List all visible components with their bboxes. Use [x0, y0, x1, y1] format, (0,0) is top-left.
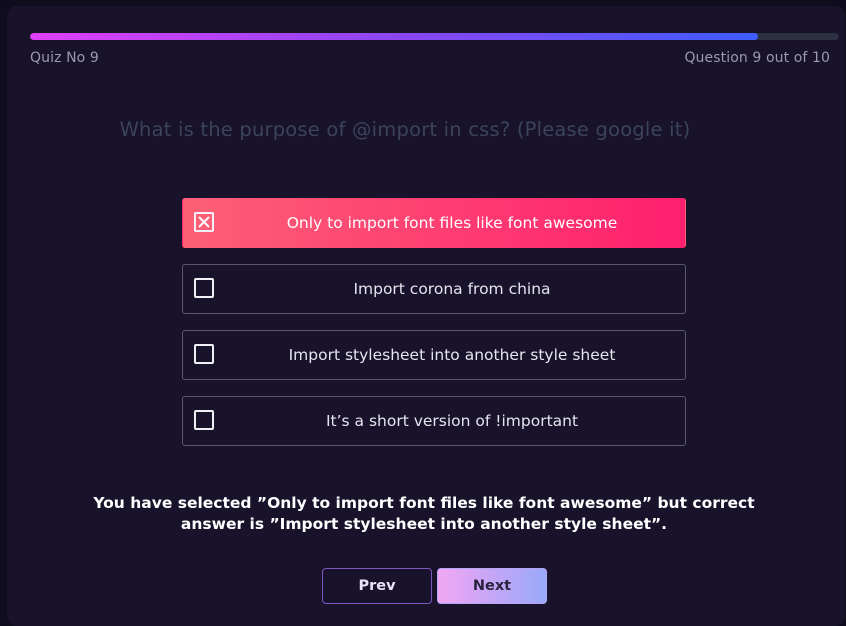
progress-bar — [30, 33, 839, 40]
checkbox-icon[interactable] — [194, 410, 214, 430]
quiz-card: Quiz No 9 Question 9 out of 10 What is t… — [7, 6, 845, 626]
option-2[interactable]: Import corona from china — [182, 264, 686, 314]
option-label: Import corona from china — [353, 280, 551, 298]
next-button[interactable]: Next — [437, 568, 547, 604]
checkbox-icon[interactable] — [194, 278, 214, 298]
result-message: You have selected ”Only to import font f… — [7, 493, 841, 535]
options-list: Only to import font files like font awes… — [182, 198, 686, 462]
cross-mark-icon — [198, 216, 210, 228]
question-text: What is the purpose of @import in css? (… — [119, 118, 691, 141]
question-counter: Question 9 out of 10 — [684, 50, 830, 66]
option-1[interactable]: Only to import font files like font awes… — [182, 198, 686, 248]
option-label: Import stylesheet into another style she… — [288, 346, 616, 364]
result-line-2: answer is ”Import stylesheet into anothe… — [180, 515, 668, 533]
quiz-number-label: Quiz No 9 — [30, 50, 99, 66]
option-4[interactable]: It’s a short version of !important — [182, 396, 686, 446]
option-label: Only to import font files like font awes… — [286, 214, 618, 232]
prev-button[interactable]: Prev — [322, 568, 432, 604]
option-label: It’s a short version of !important — [325, 412, 579, 430]
progress-bar-fill — [30, 33, 759, 40]
option-3[interactable]: Import stylesheet into another style she… — [182, 330, 686, 380]
checkbox-checked-icon[interactable] — [194, 212, 214, 232]
checkbox-icon[interactable] — [194, 344, 214, 364]
result-line-1: You have selected ”Only to import font f… — [93, 494, 755, 512]
